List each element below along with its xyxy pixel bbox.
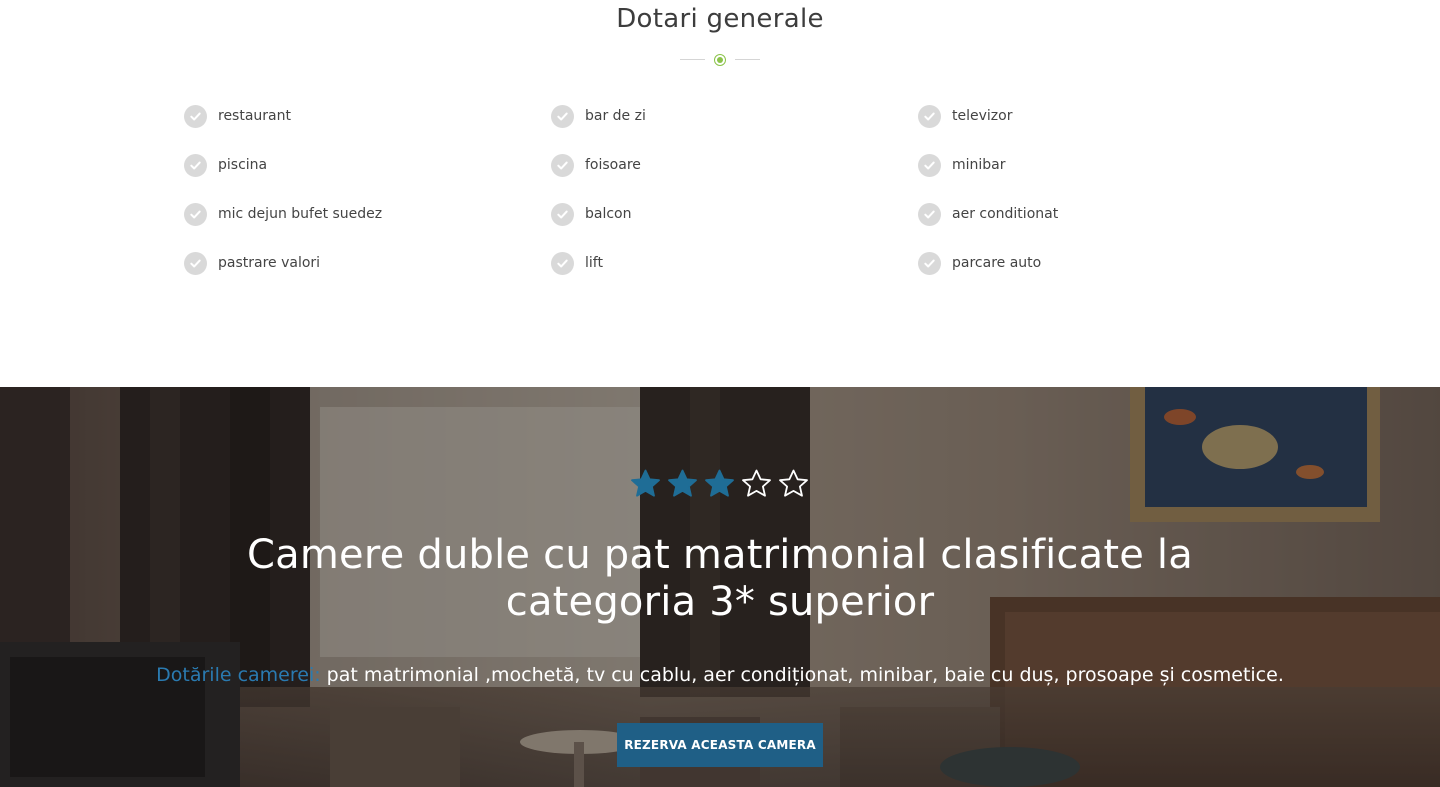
- check-circle-icon: [184, 154, 207, 177]
- star-filled-icon: [704, 469, 735, 497]
- amenity-label: pastrare valori: [218, 255, 321, 271]
- amenity-label: restaurant: [218, 108, 291, 124]
- amenity-item: bar de zi: [551, 105, 918, 154]
- amenities-section: Dotari generale restaurant bar de zi tel…: [0, 0, 1440, 387]
- amenity-item: restaurant: [184, 105, 551, 154]
- amenity-label: mic dejun bufet suedez: [218, 206, 383, 222]
- amenity-item: aer conditionat: [918, 203, 1285, 252]
- amenity-label: piscina: [218, 157, 268, 173]
- amenity-item: televizor: [918, 105, 1285, 154]
- amenity-item: mic dejun bufet suedez: [184, 203, 551, 252]
- star-empty-icon: [741, 469, 772, 497]
- check-circle-icon: [918, 154, 941, 177]
- check-circle-icon: [184, 105, 207, 128]
- amenity-item: lift: [551, 252, 918, 301]
- section-title: Dotari generale: [616, 4, 824, 34]
- amenity-label: foisoare: [585, 157, 641, 173]
- check-circle-icon: [918, 105, 941, 128]
- star-rating: [630, 469, 810, 497]
- amenity-label: minibar: [952, 157, 1006, 173]
- amenity-label: televizor: [952, 108, 1013, 124]
- check-circle-icon: [551, 105, 574, 128]
- amenity-label: bar de zi: [585, 108, 646, 124]
- amenity-label: balcon: [585, 206, 632, 222]
- amenity-item: foisoare: [551, 154, 918, 203]
- star-filled-icon: [630, 469, 661, 497]
- amenity-label: parcare auto: [952, 255, 1042, 271]
- divider-line-left: [680, 59, 705, 60]
- book-room-button[interactable]: REZERVA ACEASTA CAMERA: [617, 723, 823, 767]
- amenity-item: balcon: [551, 203, 918, 252]
- room-description-text: pat matrimonial ,mochetă, tv cu cablu, a…: [326, 664, 1284, 686]
- amenity-item: pastrare valori: [184, 252, 551, 301]
- star-empty-icon: [778, 469, 809, 497]
- amenity-item: piscina: [184, 154, 551, 203]
- check-circle-icon: [918, 252, 941, 275]
- check-circle-icon: [184, 252, 207, 275]
- amenity-item: minibar: [918, 154, 1285, 203]
- amenity-item: parcare auto: [918, 252, 1285, 301]
- amenity-label: lift: [585, 255, 603, 271]
- room-title: Camere duble cu pat matrimonial clasific…: [247, 532, 1193, 625]
- star-filled-icon: [667, 469, 698, 497]
- room-description: Dotările camerei: pat matrimonial ,moche…: [100, 661, 1340, 689]
- title-divider: [680, 53, 760, 67]
- amenity-label: aer conditionat: [952, 206, 1059, 222]
- check-circle-icon: [551, 203, 574, 226]
- check-circle-icon: [184, 203, 207, 226]
- check-circle-icon: [551, 154, 574, 177]
- check-circle-icon: [551, 252, 574, 275]
- check-circle-icon: [918, 203, 941, 226]
- divider-line-right: [735, 59, 760, 60]
- room-banner: Camere duble cu pat matrimonial clasific…: [0, 387, 1440, 787]
- room-description-label: Dotările camerei:: [156, 664, 321, 686]
- amenity-grid: restaurant bar de zi televizor piscina f…: [184, 105, 1284, 301]
- divider-dot-icon: [714, 54, 726, 66]
